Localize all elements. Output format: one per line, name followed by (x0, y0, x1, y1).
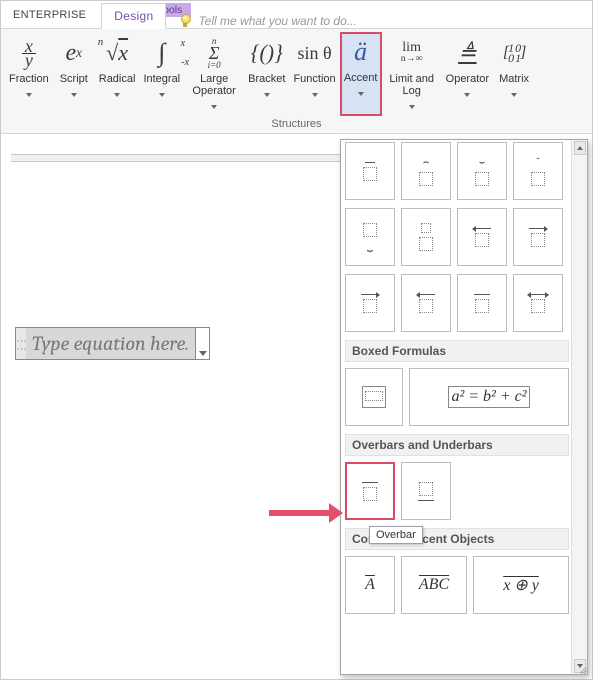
gallery-category-overbars: Overbars and Underbars (345, 434, 569, 456)
bracket-button[interactable]: {()} Bracket (244, 32, 289, 116)
script-icon: ex (57, 35, 91, 71)
lightbulb-icon (178, 14, 192, 28)
accent-item-stacked[interactable] (401, 208, 451, 266)
tab-design[interactable]: Design (101, 3, 166, 29)
function-icon: sin θ (293, 35, 335, 71)
equation-options-dropdown[interactable] (195, 328, 209, 359)
dropdown-arrow-icon (99, 86, 136, 100)
accent-item-leftharpoon[interactable] (457, 208, 507, 266)
callout-arrow (269, 503, 343, 523)
equation-design-ribbon: xy Fraction ex Script n√x Radical ∫x-x I… (1, 29, 592, 134)
tab-enterprise[interactable]: ENTERPRISE (1, 2, 98, 28)
scroll-up-button[interactable] (574, 141, 586, 155)
gallery-category-boxed: Boxed Formulas (345, 340, 569, 362)
function-label: Function (293, 71, 335, 85)
common-abcbar-text: ABC (419, 576, 449, 594)
gallery-scrollbar[interactable] (571, 140, 587, 674)
dropdown-arrow-icon (497, 86, 531, 100)
overbar-item[interactable] (345, 462, 395, 520)
bracket-icon: {()} (248, 35, 285, 71)
boxed-sample-text: a² = b² + c² (448, 386, 529, 408)
dropdown-arrow-icon (143, 86, 180, 100)
accent-item[interactable] (345, 142, 395, 200)
accent-item[interactable]: ⌢ (401, 142, 451, 200)
common-abar[interactable]: A (345, 556, 395, 614)
fraction-icon: xy (9, 35, 49, 71)
script-label: Script (57, 71, 91, 85)
limit-and-log-button[interactable]: limn→∞ Limit and Log (382, 32, 442, 116)
accent-item-rightarrow[interactable] (345, 274, 395, 332)
dropdown-arrow-icon (293, 86, 335, 100)
operator-label: Operator (446, 71, 489, 85)
accent-gallery-dropdown: ⌢ ⌣ ˘ ⏟ Boxed Formulas a² = b² + c² Over… (340, 139, 588, 675)
boxed-sample-formula[interactable]: a² = b² + c² (409, 368, 569, 426)
integral-button[interactable]: ∫x-x Integral (139, 32, 184, 116)
underbar-item[interactable] (401, 462, 451, 520)
tell-me-search[interactable]: Tell me what you want to do... (178, 14, 356, 28)
common-xoplusy-bar[interactable]: x ⊕ y (473, 556, 569, 614)
radical-label: Radical (99, 71, 136, 85)
dropdown-arrow-icon (248, 86, 285, 100)
common-abar-text: A (365, 576, 375, 594)
boxed-placeholder[interactable] (345, 368, 403, 426)
accent-icon: ä (343, 34, 379, 70)
equation-placeholder-text[interactable]: Type equation here. (26, 328, 195, 359)
matrix-label: Matrix (497, 71, 531, 85)
accent-item-groupbelow[interactable]: ⏟ (345, 208, 395, 266)
equation-content-control[interactable]: Type equation here. (15, 327, 210, 360)
large-operator-icon: nΣi=0 (188, 35, 240, 71)
function-button[interactable]: sin θ Function (289, 32, 339, 116)
gallery-resize-grip[interactable] (578, 665, 588, 675)
common-xoplusy-text: x ⊕ y (503, 575, 539, 595)
matrix-button[interactable]: [1 00 1] Matrix (493, 32, 535, 116)
matrix-icon: [1 00 1] (497, 35, 531, 71)
accent-item-doublearrow[interactable] (513, 274, 563, 332)
dropdown-arrow-icon (9, 86, 49, 100)
operator-icon: ≜ (446, 35, 489, 71)
accent-item-leftarrow[interactable] (401, 274, 451, 332)
dropdown-arrow-icon (446, 86, 489, 100)
accent-item[interactable]: ⌣ (457, 142, 507, 200)
dropdown-arrow-icon (188, 98, 240, 112)
dropdown-arrow-icon (386, 98, 438, 112)
tell-me-placeholder: Tell me what you want to do... (198, 14, 356, 28)
large-operator-button[interactable]: nΣi=0 Large Operator (184, 32, 244, 116)
equation-move-handle[interactable] (16, 328, 26, 359)
large-operator-label: Large Operator (188, 71, 240, 97)
integral-icon: ∫x-x (143, 35, 180, 71)
dropdown-arrow-icon (57, 86, 91, 100)
radical-button[interactable]: n√x Radical (95, 32, 140, 116)
accent-item-overbar[interactable] (457, 274, 507, 332)
accent-button[interactable]: ä Accent (340, 32, 382, 116)
bracket-label: Bracket (248, 71, 285, 85)
accent-item-rightharpoon[interactable] (513, 208, 563, 266)
ribbon-group-structures-caption: Structures (5, 116, 588, 133)
operator-button[interactable]: ≜ Operator (442, 32, 493, 116)
script-button[interactable]: ex Script (53, 32, 95, 116)
accent-item[interactable]: ˘ (513, 142, 563, 200)
dropdown-arrow-icon (343, 85, 379, 99)
fraction-button[interactable]: xy Fraction (5, 32, 53, 116)
limit-icon: limn→∞ (386, 35, 438, 71)
fraction-label: Fraction (9, 71, 49, 85)
accent-label: Accent (343, 70, 379, 84)
radical-icon: n√x (99, 35, 136, 71)
limit-and-log-label: Limit and Log (386, 71, 438, 97)
overbar-tooltip: Overbar (369, 526, 423, 544)
integral-label: Integral (143, 71, 180, 85)
common-abcbar[interactable]: ABC (401, 556, 467, 614)
